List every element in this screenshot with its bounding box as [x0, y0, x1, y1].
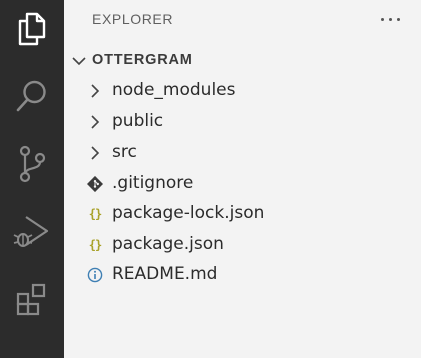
json-braces-icon: {} [88, 238, 102, 252]
tree-item-label: public [112, 111, 164, 131]
activity-extensions[interactable] [0, 276, 64, 324]
explorer-sidebar: EXPLORER OTTERGRAM node_modules public s… [64, 0, 421, 358]
activity-explorer[interactable] [0, 5, 64, 53]
folder-header-ottergram[interactable]: OTTERGRAM [64, 48, 421, 74]
more-actions-button[interactable] [376, 6, 404, 32]
chevron-right-icon [86, 113, 104, 131]
activity-search[interactable] [0, 72, 64, 120]
activity-bar [0, 0, 64, 358]
tree-item-gitignore[interactable]: .gitignore [64, 169, 421, 199]
tree-item-label: package.json [112, 234, 224, 254]
tree-item-label: node_modules [112, 80, 236, 100]
json-braces-icon: {} [88, 207, 102, 221]
ellipsis-icon [380, 17, 384, 21]
tree-item-label: .gitignore [112, 173, 194, 193]
tree-item-package-json[interactable]: {} package.json [64, 230, 421, 260]
info-icon [86, 266, 104, 284]
editor-window: EXPLORER OTTERGRAM node_modules public s… [0, 0, 421, 358]
search-icon [16, 80, 46, 112]
tree-item-label: package-lock.json [112, 203, 265, 223]
tree-item-readme-md[interactable]: README.md [64, 260, 421, 290]
tree-item-node-modules[interactable]: node_modules [64, 76, 421, 106]
source-control-icon [19, 145, 46, 183]
git-icon [86, 175, 104, 193]
tree-item-public[interactable]: public [64, 107, 421, 137]
activity-run-debug[interactable] [0, 208, 64, 256]
activity-source-control[interactable] [0, 140, 64, 188]
run-debug-icon [13, 216, 49, 247]
extensions-icon [16, 283, 46, 316]
files-icon [18, 12, 46, 46]
tree-item-package-lock-json[interactable]: {} package-lock.json [64, 199, 421, 229]
chevron-right-icon [86, 82, 104, 100]
tree-item-label: README.md [112, 264, 218, 284]
chevron-down-icon [72, 57, 86, 66]
tree-item-src[interactable]: src [64, 138, 421, 168]
folder-name: OTTERGRAM [92, 52, 193, 68]
chevron-right-icon [86, 144, 104, 162]
tree-item-label: src [112, 142, 137, 162]
explorer-title: EXPLORER [92, 11, 174, 27]
